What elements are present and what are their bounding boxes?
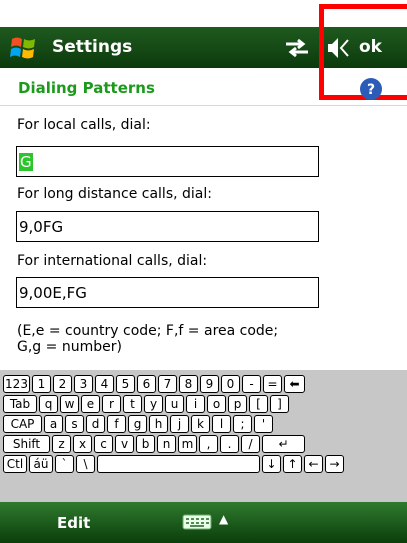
local-calls-value: G	[19, 153, 33, 171]
key-caps[interactable]: CAP	[3, 415, 42, 433]
key-m[interactable]: m	[178, 435, 197, 453]
connectivity-icon[interactable]	[284, 37, 310, 59]
local-calls-label: For local calls, dial:	[17, 117, 151, 133]
key-i[interactable]: i	[186, 395, 205, 413]
key-slash[interactable]: /	[241, 435, 260, 453]
key-7[interactable]: 7	[158, 375, 177, 393]
heading-divider	[0, 105, 407, 106]
key-z[interactable]: z	[52, 435, 71, 453]
backspace-key[interactable]: ⬅	[284, 375, 305, 393]
key-shift[interactable]: Shift	[3, 435, 50, 453]
key-p[interactable]: p	[228, 395, 247, 413]
key-1[interactable]: 1	[32, 375, 51, 393]
help-icon[interactable]: ?	[359, 77, 383, 101]
key-left-arrow[interactable]: ←	[304, 455, 323, 473]
key-right-bracket[interactable]: ]	[270, 395, 289, 413]
key-down-arrow[interactable]: ↓	[262, 455, 281, 473]
format-note-line2: G,g = number)	[17, 339, 122, 355]
key-w[interactable]: w	[60, 395, 79, 413]
key-0[interactable]: 0	[221, 375, 240, 393]
key-backslash[interactable]: \	[76, 455, 95, 473]
key-minus[interactable]: -	[242, 375, 261, 393]
key-left-bracket[interactable]: [	[249, 395, 268, 413]
key-123[interactable]: 123	[3, 375, 30, 393]
key-x[interactable]: x	[73, 435, 92, 453]
highlight-box-left	[319, 4, 324, 100]
edit-button[interactable]: Edit	[57, 514, 90, 532]
key-3[interactable]: 3	[74, 375, 93, 393]
key-6[interactable]: 6	[137, 375, 156, 393]
key-4[interactable]: 4	[95, 375, 114, 393]
app-title: Settings	[52, 37, 133, 57]
key-up-arrow[interactable]: ↑	[283, 455, 302, 473]
input-method-menu-caret[interactable]: ▲	[219, 512, 228, 526]
key-9[interactable]: 9	[200, 375, 219, 393]
key-r[interactable]: r	[102, 395, 121, 413]
key-n[interactable]: n	[157, 435, 176, 453]
key-tab[interactable]: Tab	[3, 395, 37, 413]
key-k[interactable]: k	[191, 415, 210, 433]
key-u[interactable]: u	[165, 395, 184, 413]
key-right-arrow[interactable]: →	[325, 455, 344, 473]
key-backtick[interactable]: `	[55, 455, 74, 473]
key-period[interactable]: .	[220, 435, 239, 453]
key-c[interactable]: c	[94, 435, 113, 453]
format-note: (E,e = country code; F,f = area code; G,…	[17, 323, 377, 355]
windows-logo-icon[interactable]	[9, 33, 39, 63]
key-e[interactable]: e	[81, 395, 100, 413]
key-y[interactable]: y	[144, 395, 163, 413]
key-g[interactable]: g	[128, 415, 147, 433]
ok-button[interactable]: ok	[359, 37, 382, 57]
key-v[interactable]: v	[115, 435, 134, 453]
key-8[interactable]: 8	[179, 375, 198, 393]
space-key[interactable]	[97, 455, 260, 473]
key-accents[interactable]: áü	[29, 455, 53, 473]
keyboard-icon[interactable]	[182, 514, 212, 530]
long-distance-input[interactable]: 9,0FG	[16, 211, 319, 242]
key-equals[interactable]: =	[263, 375, 282, 393]
page-heading: Dialing Patterns	[18, 79, 155, 97]
local-calls-input[interactable]: G	[16, 146, 319, 177]
enter-key[interactable]: ↵	[262, 435, 305, 453]
key-ctl[interactable]: Ctl	[3, 455, 27, 473]
international-label: For international calls, dial:	[17, 253, 208, 269]
key-d[interactable]: d	[86, 415, 105, 433]
format-note-line1: (E,e = country code; F,f = area code;	[17, 323, 279, 339]
international-input[interactable]: 9,00E,FG	[16, 277, 319, 308]
svg-text:?: ?	[367, 82, 375, 98]
key-2[interactable]: 2	[53, 375, 72, 393]
long-distance-label: For long distance calls, dial:	[17, 186, 212, 202]
speaker-icon[interactable]	[326, 35, 350, 61]
title-bar: Settings ok	[0, 27, 407, 68]
key-l[interactable]: l	[212, 415, 231, 433]
soft-key-bar: Edit ▲	[0, 502, 407, 543]
soft-keyboard: 123 1 2 3 4 5 6 7 8 9 0 - = ⬅ Tab q w e …	[0, 370, 407, 502]
key-o[interactable]: o	[207, 395, 226, 413]
key-comma[interactable]: ,	[199, 435, 218, 453]
key-s[interactable]: s	[65, 415, 84, 433]
key-j[interactable]: j	[170, 415, 189, 433]
key-f[interactable]: f	[107, 415, 126, 433]
key-apostrophe[interactable]: '	[254, 415, 273, 433]
key-semicolon[interactable]: ;	[233, 415, 252, 433]
key-a[interactable]: a	[44, 415, 63, 433]
highlight-box-top	[319, 4, 407, 9]
key-h[interactable]: h	[149, 415, 168, 433]
key-5[interactable]: 5	[116, 375, 135, 393]
key-b[interactable]: b	[136, 435, 155, 453]
key-t[interactable]: t	[123, 395, 142, 413]
key-q[interactable]: q	[39, 395, 58, 413]
